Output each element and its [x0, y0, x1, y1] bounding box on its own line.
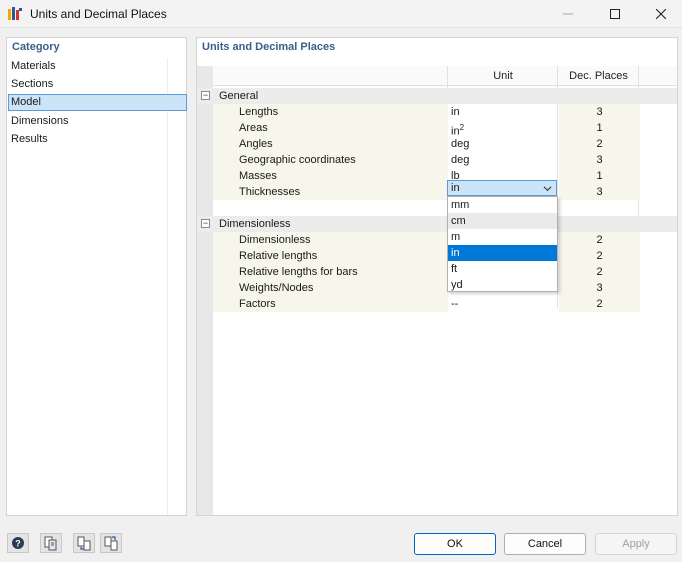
row-label: Angles	[239, 138, 273, 150]
dialog-footer: ? OK Cancel Apply	[0, 528, 682, 562]
row-dec[interactable]: 2	[559, 232, 640, 248]
table-row[interactable]: Factors -- 2	[213, 296, 677, 312]
group-row-dimensionless[interactable]: − Dimensionless	[197, 216, 677, 232]
unit-dropdown-list: mm cm m in ft yd	[447, 196, 558, 292]
row-dec[interactable]: 2	[559, 248, 640, 264]
row-label: Lengths	[239, 106, 279, 118]
close-button[interactable]	[638, 0, 682, 28]
category-item-model[interactable]: Model	[8, 94, 187, 111]
row-label: Masses	[239, 170, 277, 182]
dropdown-option-m[interactable]: m	[448, 229, 557, 245]
minimize-button[interactable]	[545, 0, 591, 28]
table-row[interactable]: Angles deg 2	[213, 136, 677, 152]
row-dec[interactable]: 2	[559, 296, 640, 312]
dropdown-option-mm[interactable]: mm	[448, 197, 557, 213]
import-units-icon	[77, 536, 91, 551]
dropdown-option-ft[interactable]: ft	[448, 261, 557, 277]
app-icon	[8, 7, 22, 20]
table-row[interactable]: Masses lb 1	[213, 168, 677, 184]
row-dec[interactable]: 3	[559, 280, 640, 296]
row-label: Dimensionless	[239, 234, 311, 246]
row-dec[interactable]: 1	[559, 120, 640, 136]
group-label: Dimensionless	[219, 218, 291, 230]
category-item-dimensions[interactable]: Dimensions	[8, 113, 187, 130]
row-dec[interactable]: 1	[559, 168, 640, 184]
table-row[interactable]: Relative lengths 2	[213, 248, 677, 264]
svg-text:?: ?	[15, 539, 21, 549]
group-label: General	[219, 90, 259, 102]
copy-units-icon	[44, 536, 57, 551]
thickness-unit-combo[interactable]: in	[447, 180, 557, 196]
table-row[interactable]: Lengths in 3	[213, 104, 677, 120]
export-units-button[interactable]	[100, 533, 122, 553]
row-dec[interactable]: 3	[559, 104, 640, 120]
units-header: Units and Decimal Places	[202, 41, 336, 53]
row-dec[interactable]: 3	[559, 152, 640, 168]
row-label: Factors	[239, 298, 276, 310]
dropdown-option-in[interactable]: in	[448, 245, 557, 261]
copy-units-button[interactable]	[40, 533, 62, 553]
maximize-button[interactable]	[592, 0, 638, 28]
row-unit[interactable]: --	[451, 296, 458, 312]
row-unit[interactable]: deg	[451, 136, 469, 152]
row-dec[interactable]: 2	[559, 136, 640, 152]
export-units-icon	[104, 536, 118, 551]
category-item-materials[interactable]: Materials	[8, 58, 187, 75]
close-icon	[656, 9, 666, 19]
column-header-name	[213, 66, 448, 86]
row-unit[interactable]: deg	[451, 152, 469, 168]
table-row[interactable]: Dimensionless 2	[213, 232, 677, 248]
dropdown-option-yd[interactable]: yd	[448, 277, 557, 293]
table-row[interactable]: Thicknesses 3	[213, 184, 677, 200]
row-dec[interactable]: 3	[559, 184, 640, 200]
column-header-extra	[639, 66, 677, 86]
units-panel: Units and Decimal Places Unit Dec. Place…	[196, 37, 678, 516]
maximize-icon	[610, 9, 620, 19]
cancel-button[interactable]: Cancel	[504, 533, 586, 555]
ok-button[interactable]: OK	[414, 533, 496, 555]
collapse-toggle-icon[interactable]: −	[201, 219, 210, 228]
row-label: Weights/Nodes	[239, 282, 314, 294]
category-panel: Category Materials Sections Model Dimens…	[6, 37, 187, 516]
window-title: Units and Decimal Places	[30, 7, 167, 21]
category-header: Category	[12, 41, 60, 53]
import-units-button[interactable]	[73, 533, 95, 553]
combo-value: in	[451, 182, 460, 194]
row-dec[interactable]: 2	[559, 264, 640, 280]
table-row[interactable]: Geographic coordinates deg 3	[213, 152, 677, 168]
table-row[interactable]: Areas in2 1	[213, 120, 677, 138]
table-row[interactable]: Weights/Nodes 3	[213, 280, 677, 296]
unit-exponent: 2	[459, 123, 465, 132]
chevron-down-icon[interactable]	[543, 184, 552, 193]
row-label: Relative lengths	[239, 250, 318, 262]
column-header-unit: Unit	[448, 66, 558, 86]
minimize-icon	[563, 13, 573, 15]
group-row-general[interactable]: − General	[197, 88, 677, 104]
dropdown-option-cm[interactable]: cm	[448, 213, 557, 229]
help-button[interactable]: ?	[7, 533, 29, 553]
row-unit[interactable]: in	[451, 104, 460, 120]
apply-button[interactable]: Apply	[595, 533, 677, 555]
collapse-toggle-icon[interactable]: −	[201, 91, 210, 100]
help-icon: ?	[12, 537, 24, 549]
row-label: Thicknesses	[239, 186, 301, 198]
table-row[interactable]: Relative lengths for bars 2	[213, 264, 677, 280]
title-bar: Units and Decimal Places	[0, 0, 682, 28]
category-item-sections[interactable]: Sections	[8, 76, 187, 93]
category-item-results[interactable]: Results	[8, 131, 187, 148]
row-label: Relative lengths for bars	[239, 266, 358, 278]
row-label: Areas	[239, 122, 268, 134]
column-header-dec: Dec. Places	[558, 66, 639, 86]
tree-gutter	[197, 66, 213, 515]
row-label: Geographic coordinates	[239, 154, 356, 166]
